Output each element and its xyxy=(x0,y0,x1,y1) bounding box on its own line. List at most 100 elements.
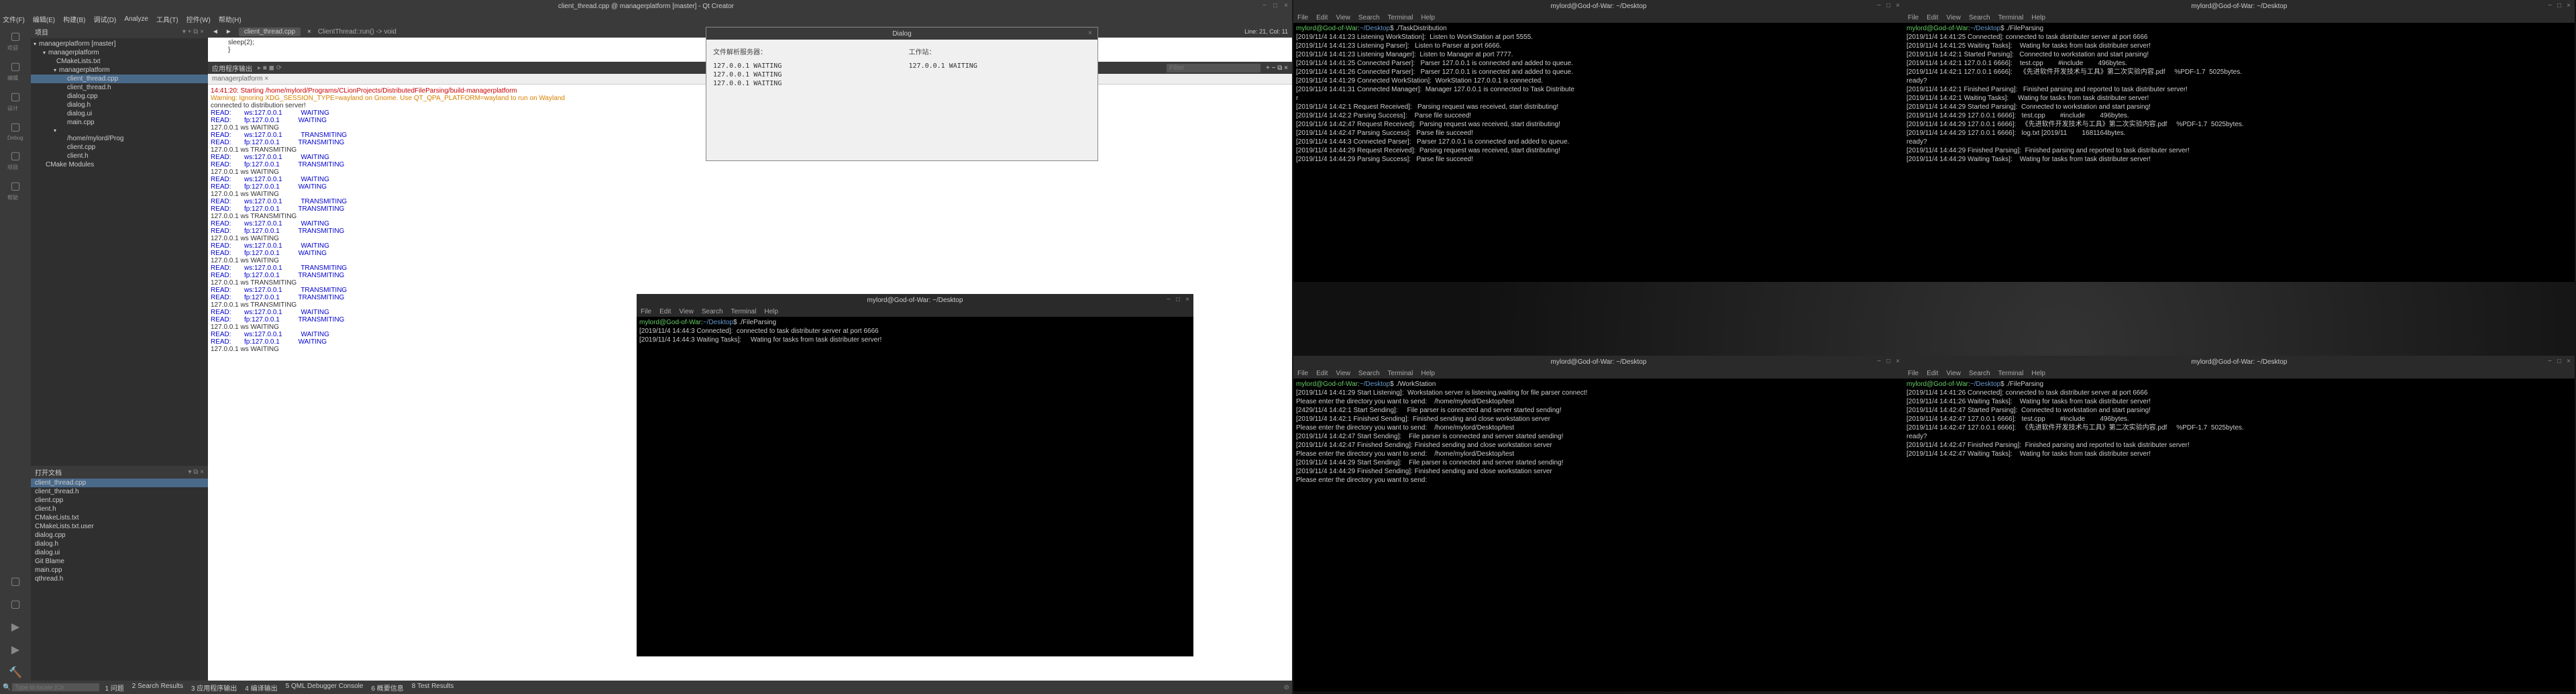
open-file-item[interactable]: dialog.ui xyxy=(31,548,208,557)
close-icon[interactable]: × xyxy=(1283,3,1289,9)
terminal-content[interactable]: mylord@God-of-War:~/Desktop$ ./FileParsi… xyxy=(1904,379,2575,691)
bottom-tab[interactable]: 5 QML Debugger Console xyxy=(282,682,368,693)
action-icon[interactable]: ▢ xyxy=(7,573,23,589)
tree-item[interactable]: dialog.h xyxy=(31,101,208,109)
bottom-tab[interactable]: 1 问题 xyxy=(101,682,127,693)
tree-item[interactable]: ▾ managerplatform xyxy=(31,66,208,75)
menu-item[interactable]: Search xyxy=(1969,14,1990,21)
editor-tab[interactable]: client_thread.cpp xyxy=(239,28,301,36)
tree-item[interactable]: ▾ managerplatform [master] xyxy=(31,40,208,48)
menu-item[interactable]: 文件(F) xyxy=(3,14,25,24)
tree-item[interactable]: client_thread.h xyxy=(31,83,208,92)
maximize-icon[interactable]: □ xyxy=(1272,3,1279,9)
minimize-icon[interactable]: − xyxy=(1876,3,1882,9)
menu-item[interactable]: Edit xyxy=(1927,370,1938,377)
menu-item[interactable]: 构建(B) xyxy=(63,14,85,24)
tree-item[interactable] xyxy=(31,169,208,170)
locator-input[interactable] xyxy=(12,683,99,691)
menu-item[interactable]: 控件(W) xyxy=(186,14,211,24)
mode-label[interactable]: 项目 xyxy=(7,164,23,171)
tree-item[interactable]: CMakeLists.txt xyxy=(31,57,208,66)
close-icon[interactable]: × xyxy=(1894,3,1901,9)
maximize-icon[interactable]: □ xyxy=(1885,358,1892,365)
maximize-icon[interactable]: □ xyxy=(2556,358,2563,365)
menu-item[interactable]: Terminal xyxy=(1388,370,1413,377)
terminal-content[interactable]: mylord@God-of-War:~/Desktop$ ./TaskDistr… xyxy=(1293,23,1904,282)
menu-item[interactable]: 调试(D) xyxy=(93,14,116,24)
tree-item[interactable]: dialog.ui xyxy=(31,109,208,118)
tree-item[interactable]: client_thread.cpp xyxy=(31,75,208,83)
close-icon[interactable]: × xyxy=(1184,297,1191,303)
menu-item[interactable]: Terminal xyxy=(1998,370,2024,377)
tree-item[interactable]: dialog.cpp xyxy=(31,92,208,101)
menu-item[interactable]: View xyxy=(679,308,694,315)
menu-item[interactable]: File xyxy=(1297,370,1308,377)
menu-item[interactable]: File xyxy=(1297,14,1308,21)
mode-label[interactable]: 设计 xyxy=(7,105,23,112)
output-controls[interactable]: + − ⧉ × xyxy=(1266,64,1288,72)
minimize-icon[interactable]: − xyxy=(2546,358,2553,365)
tree-item[interactable]: main.cpp xyxy=(31,118,208,127)
menu-item[interactable]: Edit xyxy=(1316,14,1328,21)
pane-controls[interactable]: ▾ + ⧉ × xyxy=(182,28,204,36)
menu-item[interactable]: Help xyxy=(764,308,778,315)
menu-item[interactable]: View xyxy=(1946,14,1961,21)
mode-icon[interactable]: ▢ xyxy=(7,148,23,164)
open-file-item[interactable]: dialog.cpp xyxy=(31,531,208,540)
tree-item[interactable]: ▾ managerplatform xyxy=(31,48,208,57)
close-icon[interactable]: × xyxy=(1894,358,1901,365)
menu-item[interactable]: File xyxy=(1908,370,1919,377)
breadcrumb[interactable]: ClientThread::run() -> void xyxy=(318,28,396,36)
menu-item[interactable]: Search xyxy=(1358,14,1380,21)
bottom-tab[interactable]: 4 编译输出 xyxy=(241,682,281,693)
terminal-content[interactable]: mylord@God-of-War:~/Desktop$ ./FileParsi… xyxy=(637,317,1193,656)
close-icon[interactable]: × xyxy=(2565,358,2572,365)
mode-label[interactable]: 编辑 xyxy=(7,75,23,82)
open-file-item[interactable]: CMakeLists.txt.user xyxy=(31,522,208,531)
minimize-icon[interactable]: − xyxy=(1876,358,1882,365)
open-file-item[interactable]: Git Blame xyxy=(31,557,208,566)
menu-item[interactable]: Help xyxy=(2031,370,2045,377)
output-tab[interactable]: managerplatform xyxy=(212,75,263,83)
menu-item[interactable]: 工具(T) xyxy=(156,14,178,24)
menu-item[interactable]: View xyxy=(1336,370,1350,377)
mode-icon[interactable]: ▢ xyxy=(7,178,23,194)
menu-item[interactable]: Help xyxy=(1421,14,1435,21)
maximize-icon[interactable]: □ xyxy=(1885,3,1892,9)
open-files-list[interactable]: client_thread.cppclient_thread.hclient.c… xyxy=(31,479,208,583)
menu-item[interactable]: Terminal xyxy=(731,308,757,315)
menu-item[interactable]: Help xyxy=(2031,14,2045,21)
mode-label[interactable]: Debug xyxy=(7,135,23,141)
nav-back-icon[interactable]: ◄ xyxy=(212,28,219,36)
menu-item[interactable]: Edit xyxy=(659,308,671,315)
menu-item[interactable]: 编辑(E) xyxy=(33,14,55,24)
menu-item[interactable]: Edit xyxy=(1316,370,1328,377)
menu-item[interactable]: View xyxy=(1946,370,1961,377)
terminal-content[interactable]: mylord@God-of-War:~/Desktop$ ./FileParsi… xyxy=(1904,23,2575,282)
bottom-tab[interactable]: 2 Search Results xyxy=(128,682,187,693)
terminal-content[interactable]: mylord@God-of-War:~/Desktop$ ./WorkStati… xyxy=(1293,379,1904,691)
menu-item[interactable]: Search xyxy=(1358,370,1380,377)
menu-item[interactable]: View xyxy=(1336,14,1350,21)
project-tree[interactable]: ▾ managerplatform [master]▾ managerplatf… xyxy=(31,38,208,466)
menu-item[interactable]: File xyxy=(1908,14,1919,21)
menu-item[interactable]: Search xyxy=(1969,370,1990,377)
bottom-tab[interactable]: 8 Test Results xyxy=(408,682,458,693)
mode-label[interactable]: 帮助 xyxy=(7,194,23,201)
minimize-icon[interactable]: − xyxy=(1261,3,1268,9)
mode-icon[interactable]: ▢ xyxy=(7,119,23,135)
tree-item[interactable]: /home/mylord/Prog xyxy=(31,134,208,143)
open-file-item[interactable]: client_thread.cpp xyxy=(31,479,208,487)
menu-item[interactable]: Terminal xyxy=(1388,14,1413,21)
mode-icon[interactable]: ▢ xyxy=(7,89,23,105)
menu-item[interactable]: Search xyxy=(702,308,723,315)
bottom-tab[interactable]: 3 应用程序输出 xyxy=(187,682,241,693)
open-file-item[interactable]: CMakeLists.txt xyxy=(31,513,208,522)
minimize-icon[interactable]: − xyxy=(2546,3,2553,9)
tree-item[interactable]: CMake Modules xyxy=(31,160,208,169)
open-file-item[interactable]: qthread.h xyxy=(31,575,208,583)
minimize-icon[interactable]: − xyxy=(1165,297,1172,303)
menu-item[interactable]: Terminal xyxy=(1998,14,2024,21)
menu-item[interactable]: File xyxy=(641,308,651,315)
close-tab-icon[interactable]: × xyxy=(307,28,311,36)
